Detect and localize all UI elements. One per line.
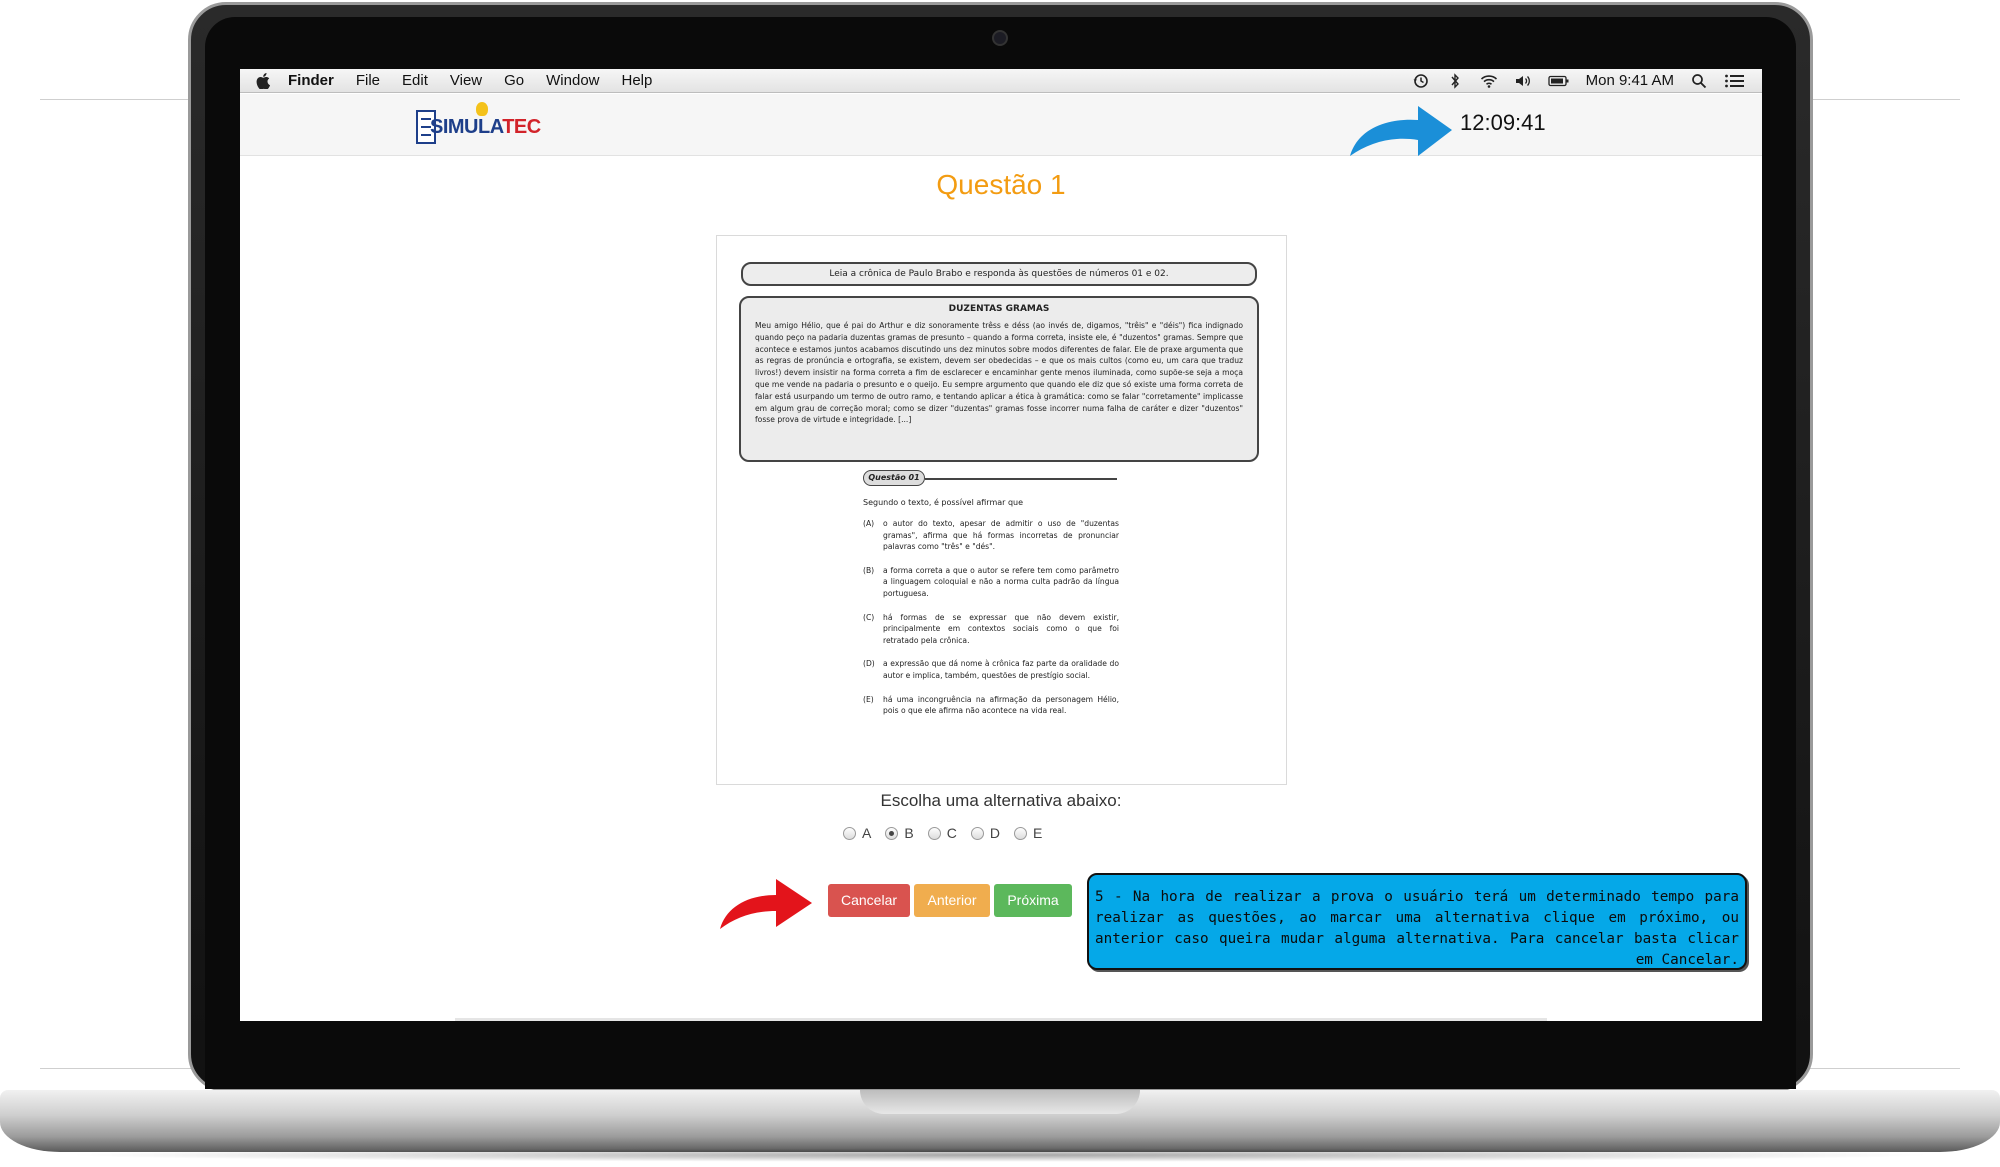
mac-menubar: Finder File Edit View Go Window Help Mon… xyxy=(240,69,1762,93)
radio-label[interactable]: D xyxy=(990,825,1000,841)
question-option-b: (B) a forma correta a que o autor se refe… xyxy=(863,565,1119,600)
exam-timer: 12:09:41 xyxy=(1460,110,1546,135)
question-option-d: (D) a expressão que dá nome à crônica faz… xyxy=(863,658,1119,681)
logo-text: SIMULATEC xyxy=(430,116,541,139)
option-text: a expressão que dá nome à crônica faz pa… xyxy=(883,659,1119,680)
apple-icon[interactable] xyxy=(256,72,270,89)
option-text: a forma correta a que o autor se refere … xyxy=(883,565,1119,598)
option-text: o autor do texto, apesar de admitir o us… xyxy=(883,519,1119,552)
bluetooth-icon[interactable] xyxy=(1446,72,1464,89)
app-header: SIMULATEC 12:09:41 xyxy=(240,94,1762,156)
option-letter: (E) xyxy=(863,694,874,704)
question-tag-line xyxy=(925,478,1117,480)
question-title: Questão 1 xyxy=(936,169,1066,200)
answer-radio-group: A B C D E xyxy=(843,825,1042,841)
laptop-mockup: Finder File Edit View Go Window Help Mon… xyxy=(0,0,2000,1167)
question-option-c: (C) há formas de se expressar que não dev… xyxy=(863,612,1119,647)
logo-text-tec: TEC xyxy=(502,116,541,138)
question-stem: Segundo o texto, é possível afirmar que xyxy=(863,498,1024,507)
option-text: há formas de se expressar que não devem … xyxy=(883,612,1119,645)
menubar-tray: Mon 9:41 AM xyxy=(1412,72,1746,89)
menu-go[interactable]: Go xyxy=(504,72,524,89)
menu-edit[interactable]: Edit xyxy=(402,72,428,89)
question-tag: Questão 01 xyxy=(863,470,925,486)
choose-alternative-label: Escolha uma alternativa abaixo: xyxy=(880,791,1122,810)
webcam xyxy=(992,30,1008,46)
volume-icon[interactable] xyxy=(1514,73,1532,89)
previous-button[interactable]: Anterior xyxy=(914,884,990,917)
passage-title: DUZENTAS GRAMAS xyxy=(948,304,1050,314)
answer-radio-b[interactable]: B xyxy=(885,825,914,841)
menu-app-name[interactable]: Finder xyxy=(288,72,334,89)
option-letter: (A) xyxy=(863,519,875,528)
wifi-icon[interactable] xyxy=(1480,73,1498,89)
option-letter: (C) xyxy=(863,612,875,622)
radio-circle[interactable] xyxy=(927,826,941,840)
radio-label[interactable]: B xyxy=(904,825,913,841)
option-text: há uma incongruência na afirmação da per… xyxy=(883,694,1119,716)
option-letter: (D) xyxy=(863,659,875,669)
red-pointer-arrow-icon xyxy=(720,879,812,929)
question-instruction: Leia a crônica de Paulo Brabo e responda… xyxy=(741,262,1257,286)
blue-pointer-arrow-icon xyxy=(1350,106,1452,156)
radio-circle[interactable] xyxy=(970,826,984,840)
laptop-notch xyxy=(860,1090,1140,1114)
reading-passage: DUZENTAS GRAMAS Meu amigo Hélio, que é p… xyxy=(739,296,1259,462)
answer-radio-a[interactable]: A xyxy=(843,825,871,841)
passage-body: Meu amigo Hélio, que é pai do Arthur e d… xyxy=(755,321,1243,425)
radio-circle-selected[interactable] xyxy=(885,826,899,840)
question-image: Leia a crônica de Paulo Brabo e responda… xyxy=(716,235,1287,785)
radio-label[interactable]: E xyxy=(1033,825,1042,841)
simulatec-logo[interactable]: SIMULATEC xyxy=(416,102,541,146)
laptop-screen: Finder File Edit View Go Window Help Mon… xyxy=(240,69,1762,1021)
cancel-button[interactable]: Cancelar xyxy=(828,884,910,917)
question-options-list: (A) o autor do texto, apesar de admitir o… xyxy=(863,518,1119,729)
answer-radio-c[interactable]: C xyxy=(927,825,957,841)
radio-circle[interactable] xyxy=(1013,826,1027,840)
option-letter: (B) xyxy=(863,565,875,575)
answer-radio-e[interactable]: E xyxy=(1013,825,1042,841)
menubar-clock[interactable]: Mon 9:41 AM xyxy=(1586,72,1674,89)
answer-radio-d[interactable]: D xyxy=(970,825,1000,841)
spotlight-search-icon[interactable] xyxy=(1690,73,1708,89)
laptop-shadow xyxy=(60,1148,1940,1162)
notification-center-icon[interactable] xyxy=(1724,73,1746,89)
battery-icon[interactable] xyxy=(1547,73,1570,89)
question-option-a: (A) o autor do texto, apesar de admitir o… xyxy=(863,518,1119,553)
logo-lightbulb-icon xyxy=(476,102,488,116)
menu-help[interactable]: Help xyxy=(622,72,653,89)
radio-circle[interactable] xyxy=(843,826,856,840)
menu-view[interactable]: View xyxy=(450,72,482,89)
screen-bottom-divider xyxy=(455,1018,1547,1021)
radio-label[interactable]: A xyxy=(862,825,871,841)
question-option-e: (E) há uma incongruência na afirmação da … xyxy=(863,694,1119,717)
next-button[interactable]: Próxima xyxy=(994,884,1072,917)
menu-file[interactable]: File xyxy=(356,72,380,89)
time-machine-icon[interactable] xyxy=(1412,73,1430,89)
tutorial-callout: 5 - Na hora de realizar a prova o usuári… xyxy=(1087,873,1747,970)
logo-text-simula: SIMULA xyxy=(430,116,503,138)
radio-label[interactable]: C xyxy=(947,825,957,841)
menu-window[interactable]: Window xyxy=(546,72,599,89)
